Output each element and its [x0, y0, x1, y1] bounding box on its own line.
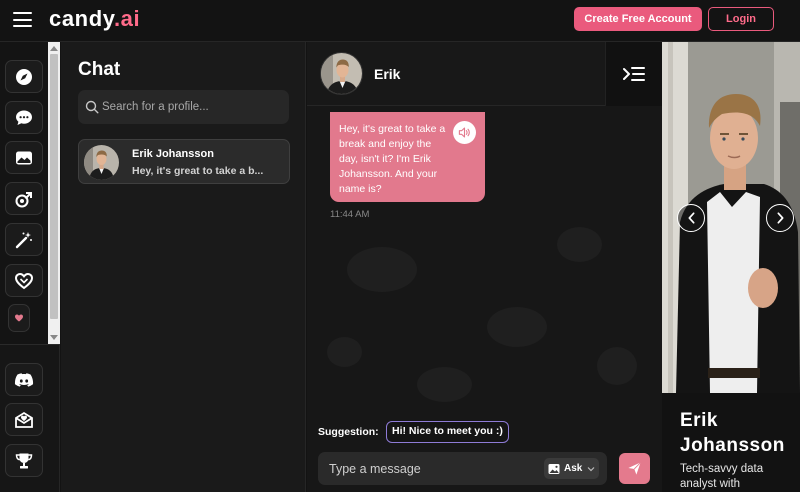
menu-collapse-icon: [623, 67, 645, 81]
background-pattern: [557, 227, 602, 262]
background-pattern: [347, 247, 417, 292]
avatar: [84, 145, 119, 180]
play-audio-button[interactable]: [453, 121, 476, 144]
discord-button[interactable]: [5, 363, 43, 396]
heart-hands-icon: [14, 272, 34, 289]
explore-button[interactable]: [5, 60, 43, 93]
avatar[interactable]: [320, 52, 363, 95]
rail-divider: [0, 344, 60, 345]
chat-panel: Erik Hey, it's great to take a break and…: [307, 42, 662, 492]
ask-label: Ask: [564, 463, 583, 474]
chat-bubble-icon: [16, 110, 32, 125]
ask-dropdown[interactable]: Ask: [544, 458, 599, 479]
love-letter-button[interactable]: [5, 403, 43, 436]
background-pattern: [417, 367, 472, 402]
favorites-button[interactable]: [5, 264, 43, 297]
toggle-profile-button[interactable]: [605, 42, 662, 106]
scroll-up-arrow-icon[interactable]: [50, 46, 58, 51]
chat-list-title: Chat: [78, 59, 121, 80]
more-button[interactable]: [8, 304, 30, 332]
contact-name: Erik Johansson: [132, 148, 214, 160]
suggestion-label: Suggestion:: [318, 426, 379, 438]
love-letter-icon: [15, 411, 33, 428]
suggestion-chip[interactable]: Hi! Nice to meet you :): [386, 421, 509, 443]
image-icon: [548, 463, 560, 474]
next-photo-button[interactable]: [766, 204, 794, 232]
top-bar: candy.ai Create Free Account Login: [0, 0, 800, 42]
rail-scrollbar[interactable]: [48, 42, 60, 344]
generate-icon: [15, 191, 32, 207]
chat-list-panel: Chat Erik Johansson Hey, it's great to t…: [61, 42, 306, 492]
chat-contact-name: Erik: [374, 66, 401, 82]
hamburger-menu-icon[interactable]: [13, 12, 32, 27]
gallery-button[interactable]: [5, 141, 43, 174]
message-area[interactable]: Hey, it's great to take a break and enjo…: [307, 107, 662, 417]
send-icon: [628, 462, 641, 475]
chevron-down-icon: [587, 466, 595, 471]
profile-name: Erik Johansson: [680, 410, 785, 456]
generate-button[interactable]: [5, 182, 43, 215]
profile-panel: Erik Johansson Tech-savvy data analyst w…: [662, 42, 800, 492]
magic-wand-icon: [15, 231, 32, 248]
background-pattern: [597, 347, 637, 385]
discord-icon: [14, 372, 34, 387]
contact-preview: Hey, it's great to take a b...: [132, 165, 264, 177]
background-pattern: [487, 307, 547, 347]
gallery-icon: [16, 151, 32, 164]
message-text: Hey, it's great to take a break and enjo…: [339, 123, 446, 195]
logo-text: candy: [49, 6, 114, 31]
logo-accent: .ai: [113, 6, 141, 31]
search-input[interactable]: [102, 90, 284, 124]
trophy-icon: [15, 453, 33, 468]
small-heart-icon: [15, 314, 23, 322]
rail-scroll-area: [0, 42, 60, 344]
leaderboard-button[interactable]: [5, 444, 43, 477]
contact-item-erik[interactable]: Erik Johansson Hey, it's great to take a…: [78, 139, 290, 184]
chat-button[interactable]: [5, 101, 43, 134]
compass-icon: [16, 68, 32, 85]
send-button[interactable]: [619, 453, 650, 484]
scrollbar-thumb[interactable]: [50, 54, 58, 319]
message-composer: Ask: [318, 452, 607, 485]
profile-search[interactable]: [78, 90, 289, 124]
chat-header: Erik: [307, 42, 662, 106]
logo[interactable]: candy.ai: [49, 6, 140, 32]
previous-photo-button[interactable]: [677, 204, 705, 232]
message-bubble: Hey, it's great to take a break and enjo…: [330, 112, 485, 202]
profile-photo: [662, 42, 800, 393]
speaker-icon: [458, 127, 470, 138]
chevron-left-icon: [687, 212, 694, 224]
chevron-right-icon: [776, 212, 783, 224]
create-account-button[interactable]: Create Free Account: [574, 7, 702, 31]
search-icon: [85, 100, 99, 114]
background-pattern: [327, 337, 362, 367]
icon-rail: [0, 42, 60, 492]
magic-button[interactable]: [5, 223, 43, 256]
scroll-down-arrow-icon[interactable]: [50, 335, 58, 340]
login-button[interactable]: Login: [708, 7, 774, 31]
message-timestamp: 11:44 AM: [330, 209, 370, 220]
profile-bio: Tech-savvy data analyst with: [680, 463, 764, 490]
message-input[interactable]: [329, 452, 539, 485]
